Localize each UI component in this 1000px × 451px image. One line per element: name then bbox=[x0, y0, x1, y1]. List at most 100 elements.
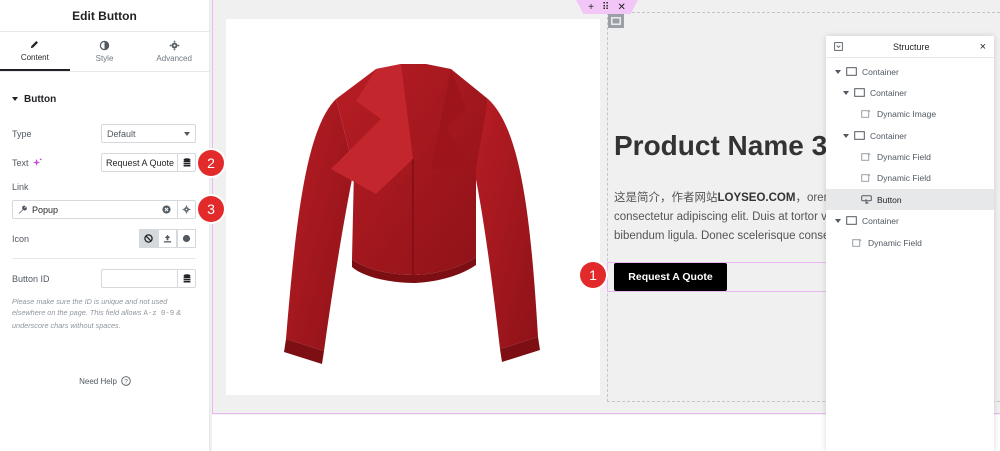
tab-style-label: Style bbox=[95, 54, 114, 63]
link-label: Link bbox=[12, 182, 29, 192]
button-id-input[interactable] bbox=[101, 269, 196, 288]
text-input[interactable]: Request A Quote bbox=[101, 153, 196, 172]
tree-item-label: Container bbox=[862, 215, 899, 226]
container-icon bbox=[854, 131, 865, 140]
text-input-value: Request A Quote bbox=[106, 157, 175, 168]
ai-sparkle-icon[interactable] bbox=[32, 158, 42, 167]
edit-panel: Edit Button Content Style Advanced Butto… bbox=[0, 0, 210, 451]
grip-icon[interactable]: ⠿ bbox=[602, 2, 609, 13]
tree-item-container[interactable]: Container bbox=[826, 82, 994, 103]
desc-text-c: ，orem bbox=[795, 192, 826, 204]
upload-icon bbox=[163, 234, 172, 243]
dynamic-tags-button[interactable] bbox=[177, 154, 195, 171]
caret-down-icon[interactable] bbox=[835, 218, 841, 223]
red-jacket-image bbox=[284, 64, 540, 364]
pencil-icon bbox=[31, 41, 39, 49]
svg-text:?: ? bbox=[124, 378, 128, 385]
icon-choices bbox=[139, 229, 196, 248]
desc-site-name: LOYSEO.COM bbox=[717, 192, 796, 204]
step-badge-1: 1 bbox=[580, 262, 606, 288]
tree-item-container[interactable]: Container bbox=[826, 61, 994, 82]
tab-style[interactable]: Style bbox=[70, 32, 140, 71]
caret-down-icon[interactable] bbox=[835, 69, 841, 74]
product-description[interactable]: 这是简介，作者网站LOYSEO.COM，orem consectetur adi… bbox=[614, 189, 826, 246]
product-image[interactable] bbox=[226, 19, 600, 395]
tree-item-container[interactable]: Container bbox=[826, 125, 994, 146]
dynamic-tags-button[interactable] bbox=[177, 270, 195, 287]
icon-upload-option[interactable] bbox=[158, 229, 177, 248]
gear-icon bbox=[182, 205, 191, 214]
link-dynamic-field[interactable]: Popup bbox=[12, 200, 196, 219]
caret-down-icon[interactable] bbox=[843, 90, 849, 95]
tree-item-button[interactable]: Button bbox=[826, 189, 994, 210]
product-title[interactable]: Product Name 3 bbox=[614, 130, 827, 162]
tree-item-dynamic-field[interactable]: Dynamic Field bbox=[826, 146, 994, 167]
tree-item-container[interactable]: Container bbox=[826, 210, 994, 231]
icon-library-option[interactable] bbox=[177, 229, 196, 248]
tree-item-dynamic-field[interactable]: Dynamic Field bbox=[826, 232, 994, 253]
type-select[interactable]: Default bbox=[101, 124, 196, 143]
remove-icon[interactable] bbox=[162, 205, 171, 214]
tab-advanced-label: Advanced bbox=[156, 54, 192, 63]
link-value: Popup bbox=[32, 204, 59, 215]
button-id-help: Please make sure the ID is unique and no… bbox=[12, 296, 198, 331]
request-quote-button[interactable]: Request A Quote bbox=[614, 263, 727, 291]
dynamic-field-icon bbox=[852, 238, 862, 247]
section-title: Button bbox=[24, 93, 57, 105]
panel-tabs: Content Style Advanced bbox=[0, 32, 209, 72]
help-code: A-z 0-9 bbox=[143, 310, 175, 318]
button-id-row: Button ID bbox=[12, 269, 196, 288]
tree-item-label: Container bbox=[870, 130, 907, 141]
tree-item-label: Button bbox=[877, 194, 902, 205]
caret-down-icon bbox=[12, 97, 18, 101]
tree-item-dynamic-field[interactable]: Dynamic Field bbox=[826, 167, 994, 188]
link-label-row: Link bbox=[12, 182, 196, 192]
collapse-icon[interactable] bbox=[834, 42, 843, 51]
text-label: Text bbox=[12, 157, 29, 168]
desc-line-2: consectetur adipiscing elit. Duis at tor… bbox=[614, 211, 826, 223]
circle-icon bbox=[182, 234, 191, 243]
tree-item-label: Dynamic Image bbox=[877, 108, 937, 119]
chevron-down-icon bbox=[184, 131, 190, 136]
type-select-value: Default bbox=[107, 128, 136, 139]
button-icon bbox=[861, 195, 872, 204]
icon-row: Icon bbox=[12, 229, 196, 248]
tree-item-dynamic-image[interactable]: Dynamic Image bbox=[826, 103, 994, 124]
structure-header: Structure × bbox=[826, 36, 994, 58]
need-help-link[interactable]: Need Help ? bbox=[0, 376, 210, 386]
need-help-label: Need Help bbox=[79, 376, 117, 386]
section-button-toggle[interactable]: Button bbox=[0, 86, 209, 112]
step-badge-2: 2 bbox=[198, 150, 224, 176]
type-row: Type Default bbox=[12, 124, 196, 143]
step-badge-3: 3 bbox=[198, 196, 224, 222]
tree-item-label: Dynamic Field bbox=[877, 151, 931, 162]
desc-line-3: bibendum ligula. Donec scelerisque conse… bbox=[614, 230, 826, 242]
divider bbox=[12, 258, 196, 259]
link-row: Popup bbox=[12, 200, 196, 219]
tree-item-label: Dynamic Field bbox=[877, 172, 931, 183]
text-label-wrap: Text bbox=[12, 158, 101, 168]
container-icon bbox=[611, 17, 621, 25]
tab-content[interactable]: Content bbox=[0, 32, 70, 71]
tree-item-label: Dynamic Field bbox=[868, 237, 922, 248]
container-icon bbox=[846, 67, 857, 76]
caret-down-icon[interactable] bbox=[843, 133, 849, 138]
dynamic-field-icon bbox=[861, 152, 871, 161]
close-icon[interactable]: ✕ bbox=[618, 2, 626, 13]
container-handle[interactable]: + ⠿ ✕ bbox=[576, 0, 638, 14]
dynamic-field-icon bbox=[861, 173, 871, 182]
structure-title: Structure bbox=[893, 41, 930, 52]
question-circle-icon: ? bbox=[121, 376, 131, 386]
icon-label: Icon bbox=[12, 233, 30, 244]
panel-title: Edit Button bbox=[0, 0, 209, 32]
icon-none-option[interactable] bbox=[139, 229, 158, 248]
close-icon[interactable]: × bbox=[980, 41, 986, 53]
desc-line-1: 这是简介，作者网站LOYSEO.COM，orem bbox=[614, 189, 826, 208]
tab-advanced[interactable]: Advanced bbox=[139, 32, 209, 71]
type-label: Type bbox=[12, 128, 32, 139]
link-settings-button[interactable] bbox=[177, 201, 195, 218]
container-icon bbox=[846, 216, 857, 225]
inner-container-handle[interactable] bbox=[608, 14, 624, 28]
text-row: Text Request A Quote bbox=[12, 153, 196, 172]
plus-icon[interactable]: + bbox=[588, 2, 594, 13]
